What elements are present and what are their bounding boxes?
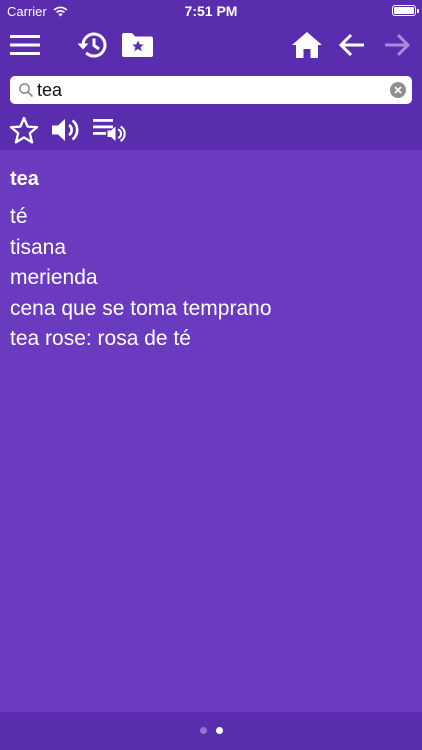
search-input[interactable] [37, 76, 377, 104]
page-indicator[interactable] [0, 727, 422, 734]
forward-button[interactable] [379, 28, 415, 62]
definition-item[interactable]: tisana [10, 233, 272, 264]
status-time: 7:51 PM [184, 3, 238, 19]
back-button[interactable] [334, 28, 370, 62]
pronounce-button[interactable] [49, 114, 83, 146]
definition-list: té tisana merienda cena que se toma temp… [10, 202, 272, 355]
battery-level [394, 7, 414, 14]
play-all-button[interactable] [92, 114, 126, 146]
search-bar [10, 76, 412, 104]
toolbar [0, 22, 422, 68]
favorite-toggle-button[interactable] [7, 114, 41, 146]
home-button[interactable] [289, 28, 325, 62]
app-header: Carrier 7:51 PM [0, 0, 422, 150]
page-dot-2[interactable] [215, 727, 223, 734]
star-icon [9, 116, 39, 144]
clear-search-icon[interactable] [390, 82, 406, 98]
definition-item[interactable]: cena que se toma temprano [10, 294, 272, 325]
entry-content: tea té tisana merienda cena que se toma … [0, 150, 422, 712]
playlist-audio-icon [93, 119, 126, 142]
home-icon [292, 32, 322, 58]
history-button[interactable] [74, 28, 110, 62]
menu-button[interactable] [7, 28, 43, 62]
menu-icon [10, 35, 40, 55]
definition-item[interactable]: merienda [10, 263, 272, 294]
battery-icon [392, 5, 419, 16]
search-icon [19, 83, 34, 98]
dictionary-app: Carrier 7:51 PM tea tea té tisana merien… [0, 0, 422, 750]
forward-arrow-icon [385, 33, 411, 57]
favorites-button[interactable] [119, 28, 155, 62]
status-bar: Carrier 7:51 PM [0, 0, 422, 22]
page-footer [0, 712, 422, 750]
favorites-folder-icon [121, 33, 153, 57]
page-dot-1[interactable] [199, 727, 207, 734]
entry-actions [0, 112, 422, 148]
definition-item[interactable]: tea rose: rosa de té [10, 324, 272, 355]
speaker-icon [52, 119, 79, 141]
history-icon [77, 32, 107, 58]
entry-headword: tea [10, 168, 39, 190]
back-arrow-icon [338, 33, 364, 57]
definition-item[interactable]: té [10, 202, 272, 233]
